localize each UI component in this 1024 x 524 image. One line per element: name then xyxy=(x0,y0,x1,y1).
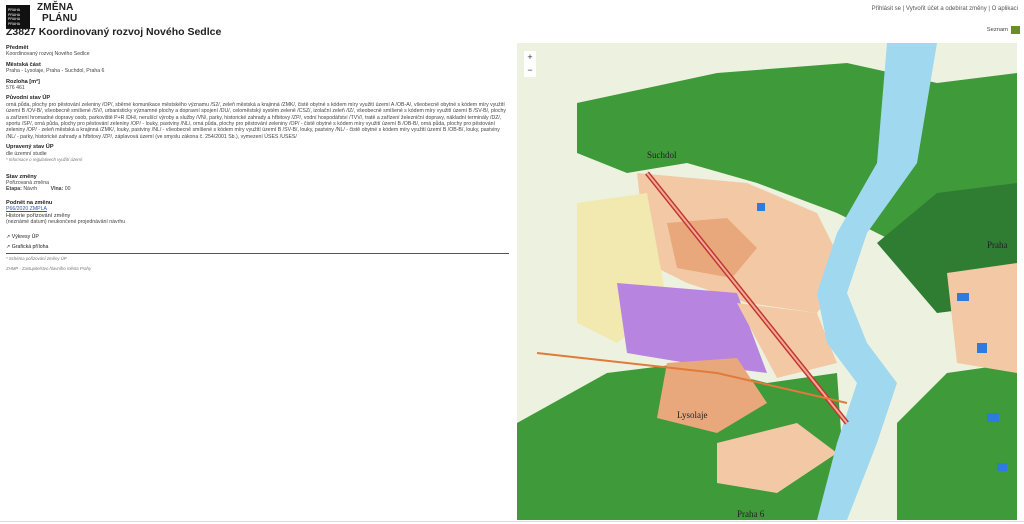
logo-line: PRAHA xyxy=(8,8,21,12)
building xyxy=(757,203,765,211)
subject-value: Koordinovaný rozvoj Nového Sedlce xyxy=(6,51,90,58)
about-link[interactable]: O aplikaci xyxy=(992,6,1018,12)
app-header: PRAHA PRAHA PRAHA PRAHA ZMĚNA PLÁNU Z382… xyxy=(0,0,1024,42)
divider xyxy=(6,253,509,255)
zoom-control: + − xyxy=(524,51,536,77)
place-label-praha-6: Praha 6 xyxy=(737,509,765,519)
bottom-border xyxy=(0,521,1024,522)
stage-row: Etapa: Návrh Vlna: 00 xyxy=(6,186,509,192)
graphic-attachment-link[interactable]: ↗ Grafická příloha xyxy=(6,244,509,250)
area-value: 576 461 xyxy=(6,85,25,92)
history-value: (neznámé datum) neukončené projednávání … xyxy=(6,218,126,225)
brand-line-1: ZMĚNA xyxy=(37,2,74,13)
initiator-section: Podnět na změnu P66/2020 ZMPLA Historie … xyxy=(6,200,509,226)
place-label-lysolaje: Lysolaje xyxy=(677,410,708,420)
residential-zone xyxy=(947,263,1017,373)
detail-panel: Předmět Koordinovaný rozvoj Nového Sedlc… xyxy=(6,45,509,272)
list-icon xyxy=(1011,26,1020,34)
place-label-praha: Praha xyxy=(987,240,1008,250)
original-plan-section: Původní stav ÚP orná půda, plochy pro pě… xyxy=(6,95,509,140)
building xyxy=(977,343,987,353)
footnote-zhmp: ZHMP - Zastupitelstvo hlavního města Pra… xyxy=(6,265,92,271)
building xyxy=(957,293,969,301)
district-value: Praha - Lysolaje, Praha - Suchdol, Praha… xyxy=(6,68,105,75)
original-plan-value: orná půda, plochy pro pěstování zeleniny… xyxy=(6,101,506,140)
zoom-in-button[interactable]: + xyxy=(524,51,536,64)
building xyxy=(987,413,999,422)
building xyxy=(997,463,1007,471)
modified-plan-section: Upravený stav ÚP dle územní studie * Inf… xyxy=(6,144,509,163)
place-label-suchdol: Suchdol xyxy=(647,150,677,160)
brand-line-2: PLÁNU xyxy=(42,13,78,24)
list-button-label: Seznam xyxy=(986,27,1008,33)
wave-label: Vlna: xyxy=(50,186,64,193)
modified-plan-note[interactable]: * Informace o regulativech využití území xyxy=(6,157,509,163)
app-brand: ZMĚNA PLÁNU xyxy=(37,2,77,24)
status-section: Stav změny Pořizovaná změna Etapa: Návrh… xyxy=(6,174,509,193)
zoom-out-button[interactable]: − xyxy=(524,64,536,77)
district-section: Městská část Praha - Lysolaje, Praha - S… xyxy=(6,62,509,75)
zoning-map[interactable]: Suchdol Lysolaje Praha Praha 6 xyxy=(517,43,1017,520)
top-links: Přihlásit se | Vytvořit účet a odebírat … xyxy=(872,6,1018,12)
login-link[interactable]: Přihlásit se xyxy=(872,6,901,12)
page-title: Z3827 Koordinovaný rozvoj Nového Sedlce xyxy=(6,26,222,38)
subject-section: Předmět Koordinovaný rozvoj Nového Sedlc… xyxy=(6,45,509,58)
excerpt-link[interactable]: ↗ Výkresy ÚP xyxy=(6,234,509,240)
area-section: Rozloha [m²] 576 461 xyxy=(6,79,509,92)
stage-value: Návrh xyxy=(23,186,38,193)
register-link[interactable]: Vytvořit účet a odebírat změny xyxy=(906,6,987,12)
stage-label: Etapa: xyxy=(6,186,22,193)
list-button[interactable]: Seznam xyxy=(987,26,1020,34)
wave-value: 00 xyxy=(64,186,71,193)
map-view[interactable]: Suchdol Lysolaje Praha Praha 6 + − xyxy=(517,43,1017,520)
